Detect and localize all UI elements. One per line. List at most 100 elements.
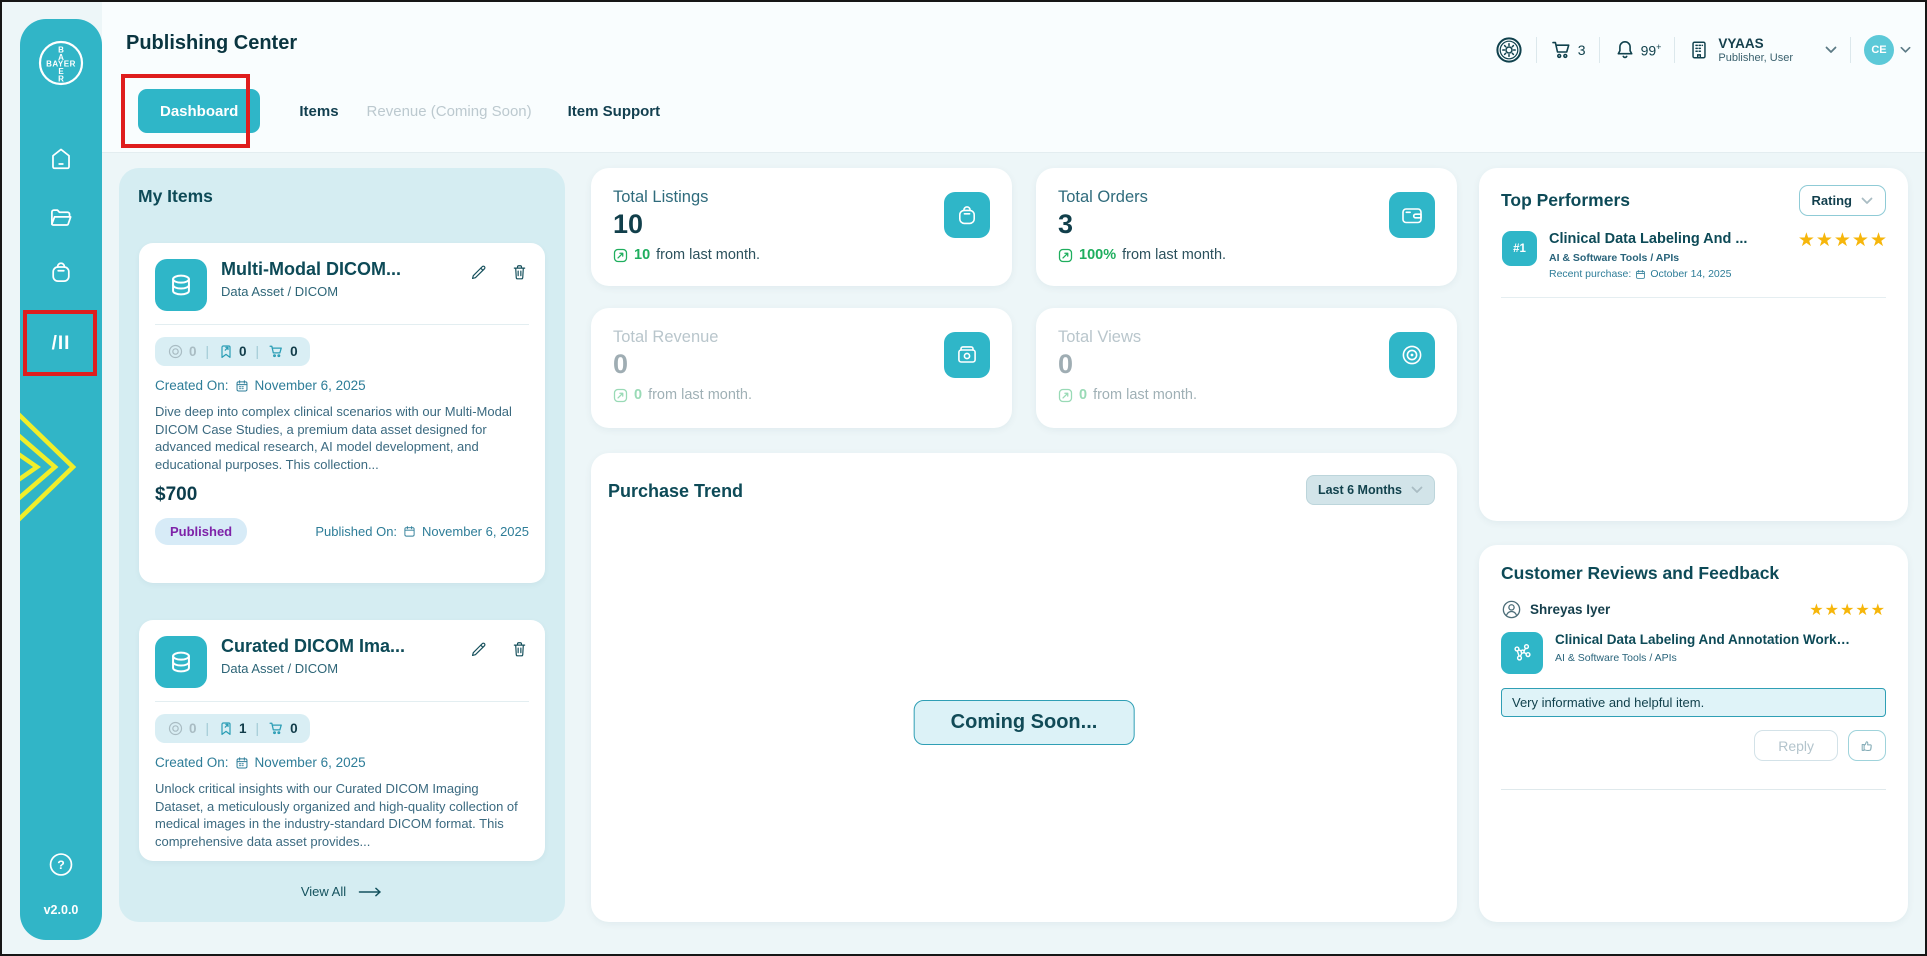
home-icon: [48, 146, 74, 172]
tab-bar: Dashboard Items Revenue (Coming Soon) It…: [138, 89, 660, 133]
stat-title: Total Revenue: [613, 328, 719, 346]
created-on-line: Created On: November 6, 2025: [155, 755, 366, 770]
reviewed-item-row[interactable]: Clinical Data Labeling And Annotation Wo…: [1501, 632, 1886, 674]
reviewer-row: Shreyas Iyer ★★★★★: [1501, 599, 1886, 620]
bag-icon: [944, 192, 990, 238]
cart-icon: [268, 720, 285, 737]
trend-up-icon: [613, 248, 628, 263]
range-dropdown[interactable]: Last 6 Months: [1305, 475, 1435, 505]
chevron-down-icon: [1825, 46, 1837, 54]
stat-trend: 10 from last month.: [613, 247, 990, 263]
database-icon: [155, 636, 207, 688]
arrow-right-icon: [358, 887, 383, 897]
cart-button[interactable]: 3: [1550, 38, 1586, 62]
reviews-panel: Customer Reviews and Feedback Shreyas Iy…: [1479, 545, 1908, 922]
orders-count: 0: [290, 721, 298, 736]
stat-trend: 100% from last month.: [1058, 247, 1435, 263]
star-rating: ★★★★★: [1809, 601, 1886, 619]
network-icon: [1501, 632, 1543, 674]
review-comment: Very informative and helpful item.: [1501, 688, 1886, 717]
trend-up-icon: [1058, 248, 1073, 263]
top-performer-row[interactable]: #1 Clinical Data Labeling And ... AI & S…: [1479, 216, 1908, 280]
stat-value: 0: [613, 349, 629, 379]
item-category: Data Asset / DICOM: [221, 661, 339, 676]
stat-title: Total Orders: [1058, 188, 1148, 206]
publishing-center-screen: Publishing Center Dashboard Items Revenu…: [0, 0, 1927, 956]
cash-icon: [944, 332, 990, 378]
svg-text:R: R: [58, 75, 64, 84]
reviews-title: Customer Reviews and Feedback: [1501, 563, 1780, 583]
help-button[interactable]: ?: [48, 851, 75, 878]
bayer-logo: BAYER B A E R: [37, 39, 85, 87]
divider: [1850, 37, 1851, 63]
stat-trend: 0 from last month.: [613, 387, 990, 403]
chevrons-decoration: [20, 401, 85, 533]
item-description: Unlock critical insights with our Curate…: [155, 781, 518, 850]
tab-item-support[interactable]: Item Support: [568, 103, 661, 120]
chevron-down-icon: [1900, 46, 1911, 54]
stat-card-total-revenue: Total Revenue 0 0 from last month.: [591, 308, 1012, 428]
performer-item-title: Clinical Data Labeling And ...: [1549, 231, 1748, 247]
edit-pencil-icon[interactable]: [469, 263, 488, 311]
bookmarks-count: 1: [239, 721, 247, 736]
svg-text:A: A: [58, 53, 64, 62]
chevron-down-icon: [1411, 486, 1423, 494]
sidebar-item-files[interactable]: [48, 205, 74, 231]
sidebar-item-home[interactable]: [48, 146, 74, 172]
trash-icon[interactable]: [510, 640, 529, 688]
stat-title: Total Listings: [613, 188, 709, 206]
bookmark-icon: [218, 344, 234, 360]
rank-badge: #1: [1502, 231, 1537, 266]
user-menu[interactable]: CE: [1864, 35, 1911, 65]
settings-coin-icon[interactable]: [1495, 36, 1523, 64]
trend-up-icon: [613, 388, 628, 403]
notifications-button[interactable]: 99+: [1613, 38, 1661, 62]
eye-icon: [167, 343, 184, 360]
divider: [1674, 37, 1676, 63]
my-items-panel: My Items Multi-Modal DICOM... Data Asset…: [119, 168, 565, 922]
item-title[interactable]: Curated DICOM Ima...: [221, 636, 451, 657]
building-icon: [1688, 39, 1710, 61]
sort-dropdown[interactable]: Rating: [1798, 185, 1886, 216]
coming-soon-button[interactable]: Coming Soon...: [913, 700, 1135, 745]
stat-trend: 0 from last month.: [1058, 387, 1435, 403]
stat-value: 10: [613, 209, 644, 239]
created-on-line: Created On: November 6, 2025: [155, 378, 366, 393]
like-button[interactable]: [1848, 730, 1886, 761]
stat-value: 0: [1058, 349, 1074, 379]
divider: [1501, 297, 1886, 298]
stat-value: 3: [1058, 209, 1074, 239]
edit-pencil-icon[interactable]: [469, 640, 488, 688]
tab-items[interactable]: Items: [299, 103, 338, 120]
folder-icon: [48, 205, 74, 231]
item-category: Data Asset / DICOM: [221, 284, 339, 299]
chevron-down-icon: [1861, 197, 1873, 205]
item-description: Dive deep into complex clinical scenario…: [155, 404, 512, 473]
sidebar-item-publishing[interactable]: /II: [52, 333, 71, 355]
top-performers-panel: Top Performers Rating #1 Clinical Data L…: [1479, 168, 1908, 521]
calendar-icon: [1635, 269, 1646, 280]
item-card: Multi-Modal DICOM... Data Asset / DICOM: [139, 243, 545, 583]
sidebar-item-store[interactable]: [48, 259, 74, 285]
tab-dashboard[interactable]: Dashboard: [138, 89, 261, 133]
org-role: Publisher, User: [1718, 52, 1793, 65]
purchase-trend-panel: Purchase Trend Last 6 Months Coming Soon…: [591, 453, 1457, 922]
stat-card-total-views: Total Views 0 0 from last month.: [1036, 308, 1457, 428]
item-title[interactable]: Multi-Modal DICOM...: [221, 259, 451, 280]
avatar: CE: [1864, 35, 1894, 65]
trash-icon[interactable]: [510, 263, 529, 311]
reply-button[interactable]: Reply: [1754, 730, 1838, 761]
bag-icon: [48, 259, 74, 285]
calendar-icon: [403, 525, 416, 538]
database-icon: [155, 259, 207, 311]
org-switcher[interactable]: VYAAS Publisher, User: [1688, 36, 1837, 64]
svg-text:?: ?: [57, 858, 65, 872]
cart-count: 3: [1577, 42, 1586, 58]
reviewer-name: Shreyas Iyer: [1530, 602, 1611, 617]
reviewed-item-title: Clinical Data Labeling And Annotation Wo…: [1555, 632, 1855, 647]
view-all-link[interactable]: View All: [119, 884, 565, 899]
stat-title: Total Views: [1058, 328, 1142, 346]
stat-card-total-orders: Total Orders 3 100% from last month.: [1036, 168, 1457, 286]
header-actions: 3 99+ VYAAS Publisher, User CE: [1495, 28, 1911, 72]
trend-up-icon: [1058, 388, 1073, 403]
